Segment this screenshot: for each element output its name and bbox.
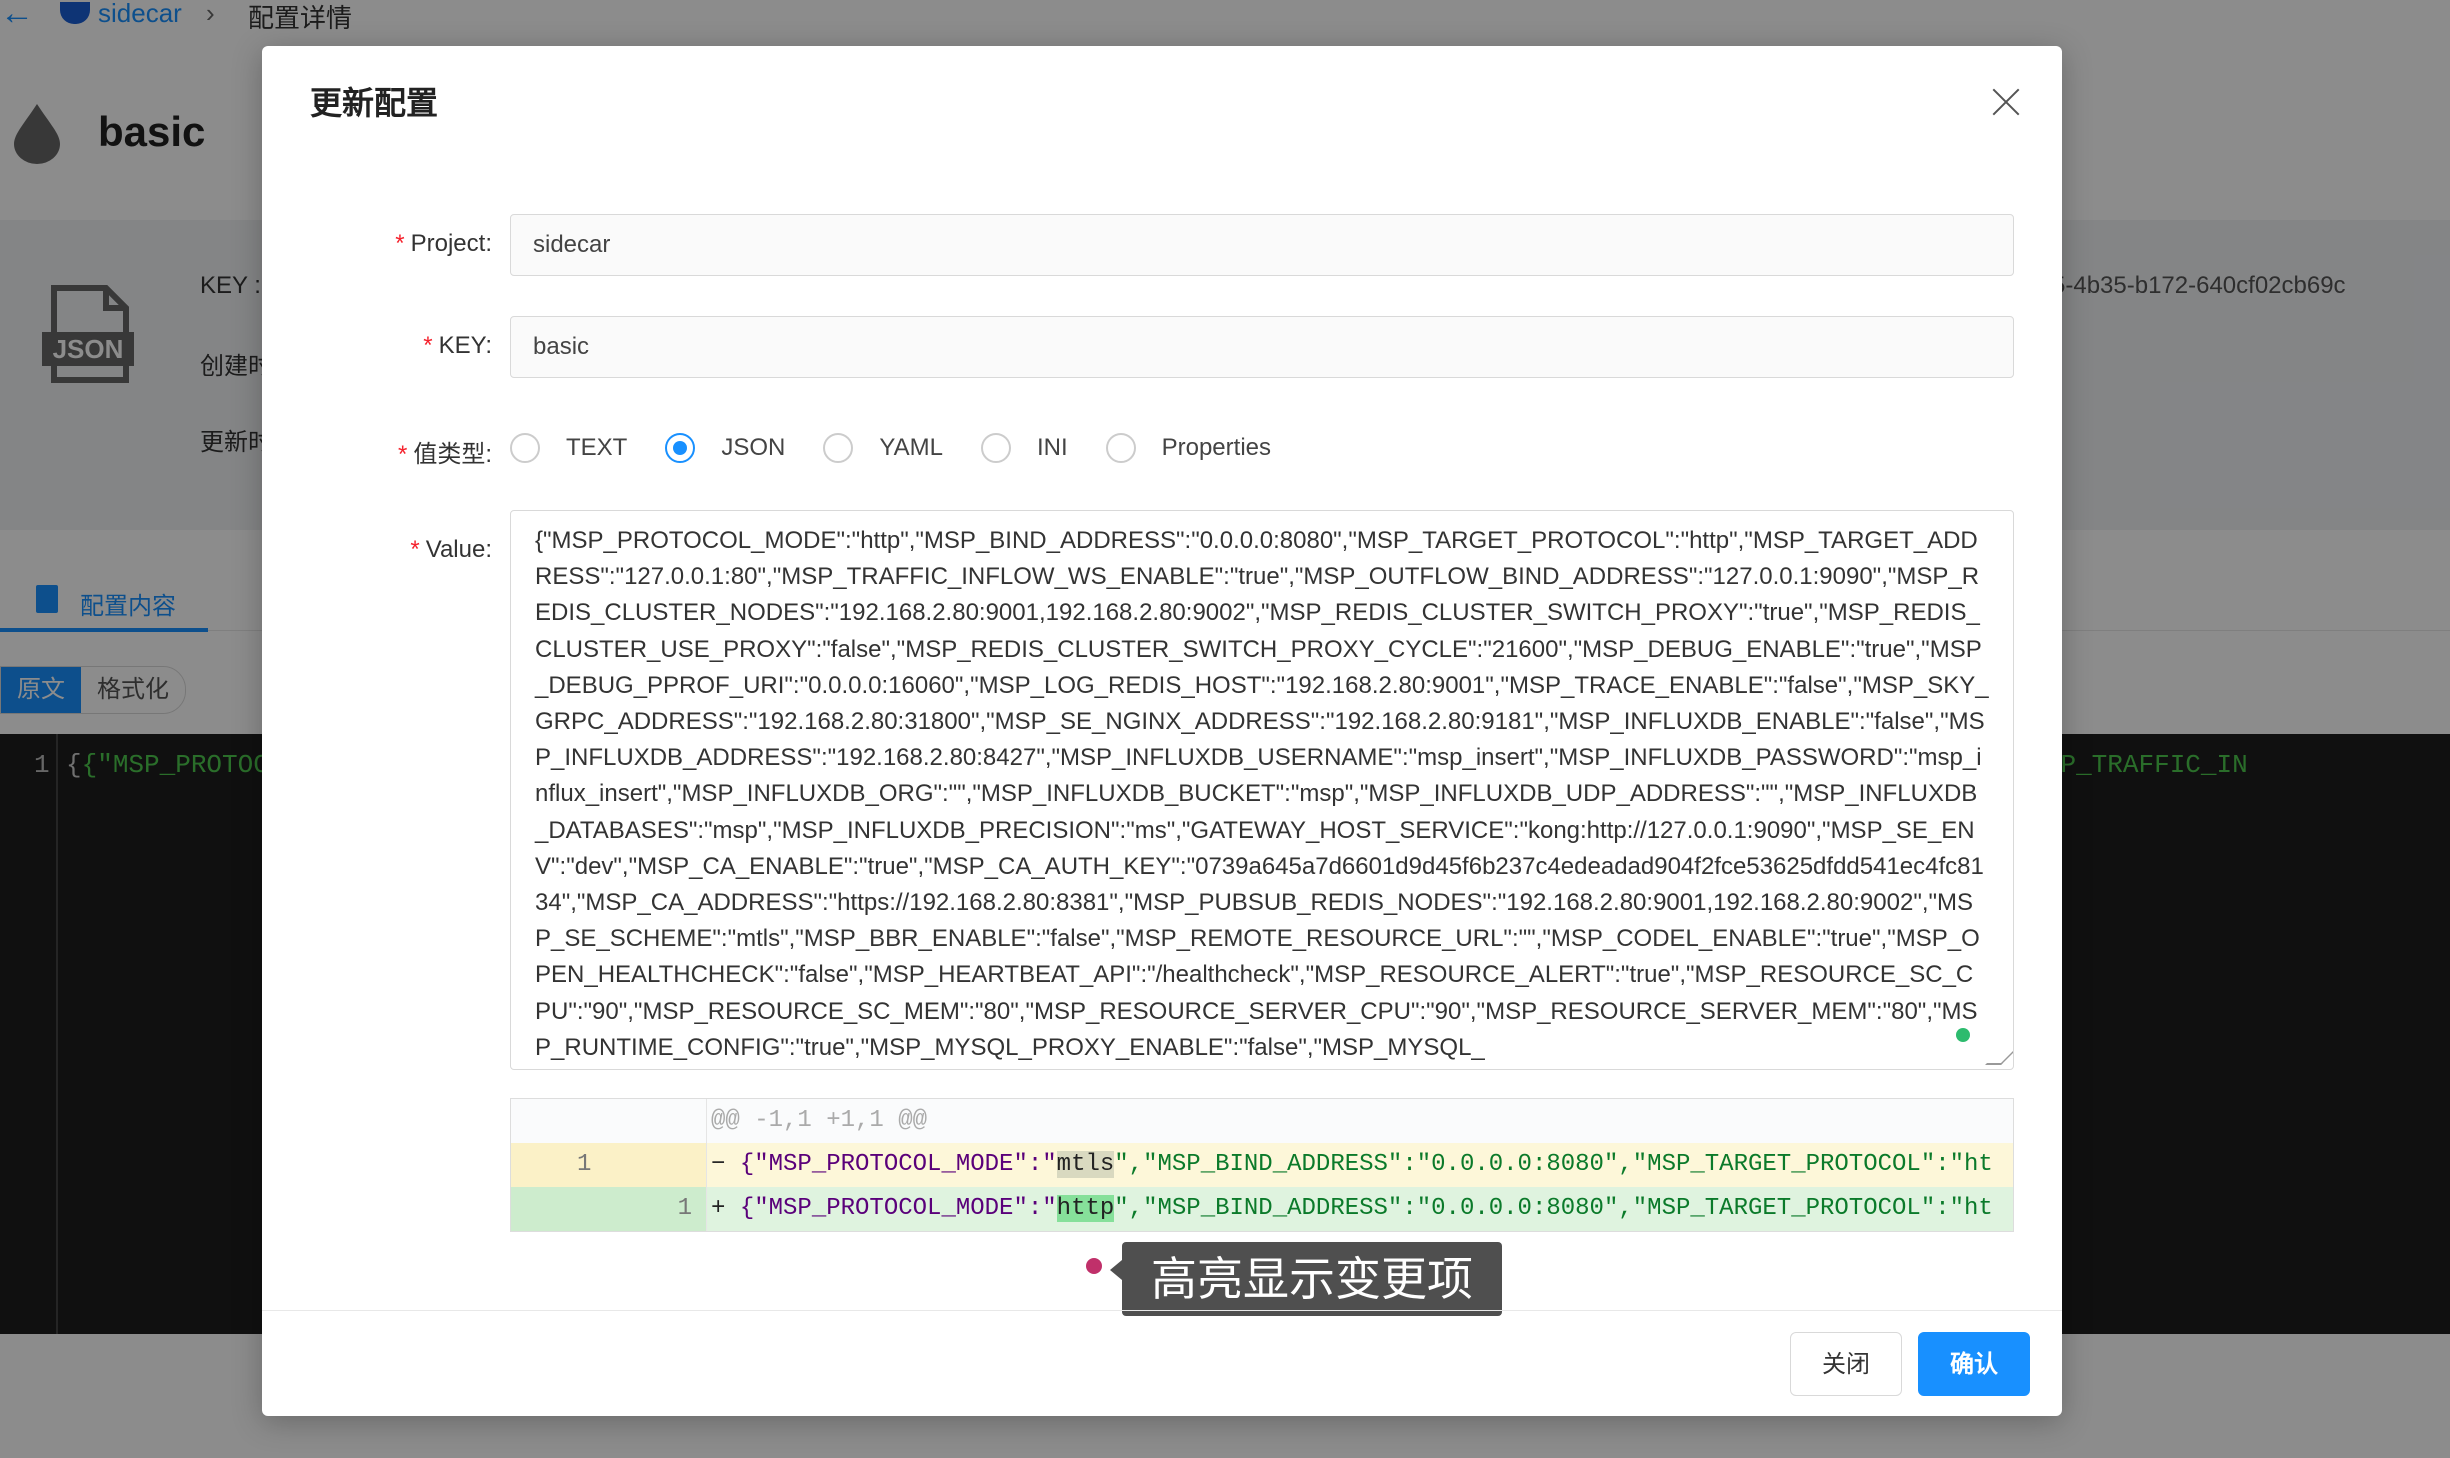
project-input[interactable]: sidecar [510, 214, 2014, 276]
status-dot-icon [1956, 1028, 1970, 1042]
diff-removed-row: 1 − {"MSP_PROTOCOL_MODE":"mtls","MSP_BIN… [511, 1143, 2013, 1187]
radio-dot-selected[interactable] [665, 433, 696, 463]
diff-added-row: 1 + {"MSP_PROTOCOL_MODE":"http","MSP_BIN… [511, 1187, 2013, 1231]
radio-dot[interactable] [1105, 433, 1136, 463]
close-icon[interactable] [1988, 84, 2024, 120]
radio-json[interactable]: JSON [665, 433, 785, 463]
resize-handle-icon[interactable] [1985, 1049, 2013, 1065]
diff-removed-code: − {"MSP_PROTOCOL_MODE":"mtls","MSP_BIND_… [711, 1151, 1993, 1178]
key-input[interactable]: basic [510, 316, 2014, 378]
diff-old-line-number: 1 [511, 1143, 707, 1187]
highlight-tooltip: 高亮显示变更项 [1110, 1242, 1502, 1316]
value-type-radio-group: TEXT JSON YAML INI Properties [510, 428, 1309, 468]
close-button[interactable]: 关闭 [1790, 1332, 1902, 1396]
radio-dot[interactable] [823, 433, 854, 463]
annotation-pin-icon [1086, 1258, 1102, 1274]
modal-title: 更新配置 [310, 85, 439, 121]
value-textarea[interactable]: {"MSP_PROTOCOL_MODE":"http","MSP_BIND_AD… [510, 510, 2014, 1070]
radio-text[interactable]: TEXT [510, 433, 627, 463]
radio-dot[interactable] [980, 433, 1011, 463]
project-label: * Project: [395, 230, 492, 257]
key-label: * KEY: [423, 332, 492, 359]
value-label: * Value: [410, 536, 492, 563]
radio-yaml[interactable]: YAML [823, 433, 943, 463]
diff-new-line-number: 1 [511, 1187, 707, 1231]
diff-viewer: @@ -1,1 +1,1 @@ 1 − {"MSP_PROTOCOL_MODE"… [510, 1098, 2014, 1232]
modal-footer-divider [262, 1310, 2062, 1311]
value-type-label: * 值类型: [397, 441, 492, 468]
diff-removed-highlight: mtls [1056, 1151, 1115, 1178]
diff-hunk-row: @@ -1,1 +1,1 @@ [511, 1099, 2013, 1143]
diff-hunk-header: @@ -1,1 +1,1 @@ [711, 1107, 928, 1134]
update-config-modal: 更新配置 * Project: sidecar * KEY: basic * 值类型:… [262, 46, 2062, 1416]
confirm-button[interactable]: 确认 [1918, 1332, 2030, 1396]
diff-added-highlight: http [1056, 1195, 1115, 1222]
radio-dot[interactable] [510, 433, 540, 463]
radio-ini[interactable]: INI [980, 433, 1068, 463]
radio-properties[interactable]: Properties [1105, 433, 1271, 463]
diff-added-code: + {"MSP_PROTOCOL_MODE":"http","MSP_BIND_… [711, 1195, 1993, 1222]
